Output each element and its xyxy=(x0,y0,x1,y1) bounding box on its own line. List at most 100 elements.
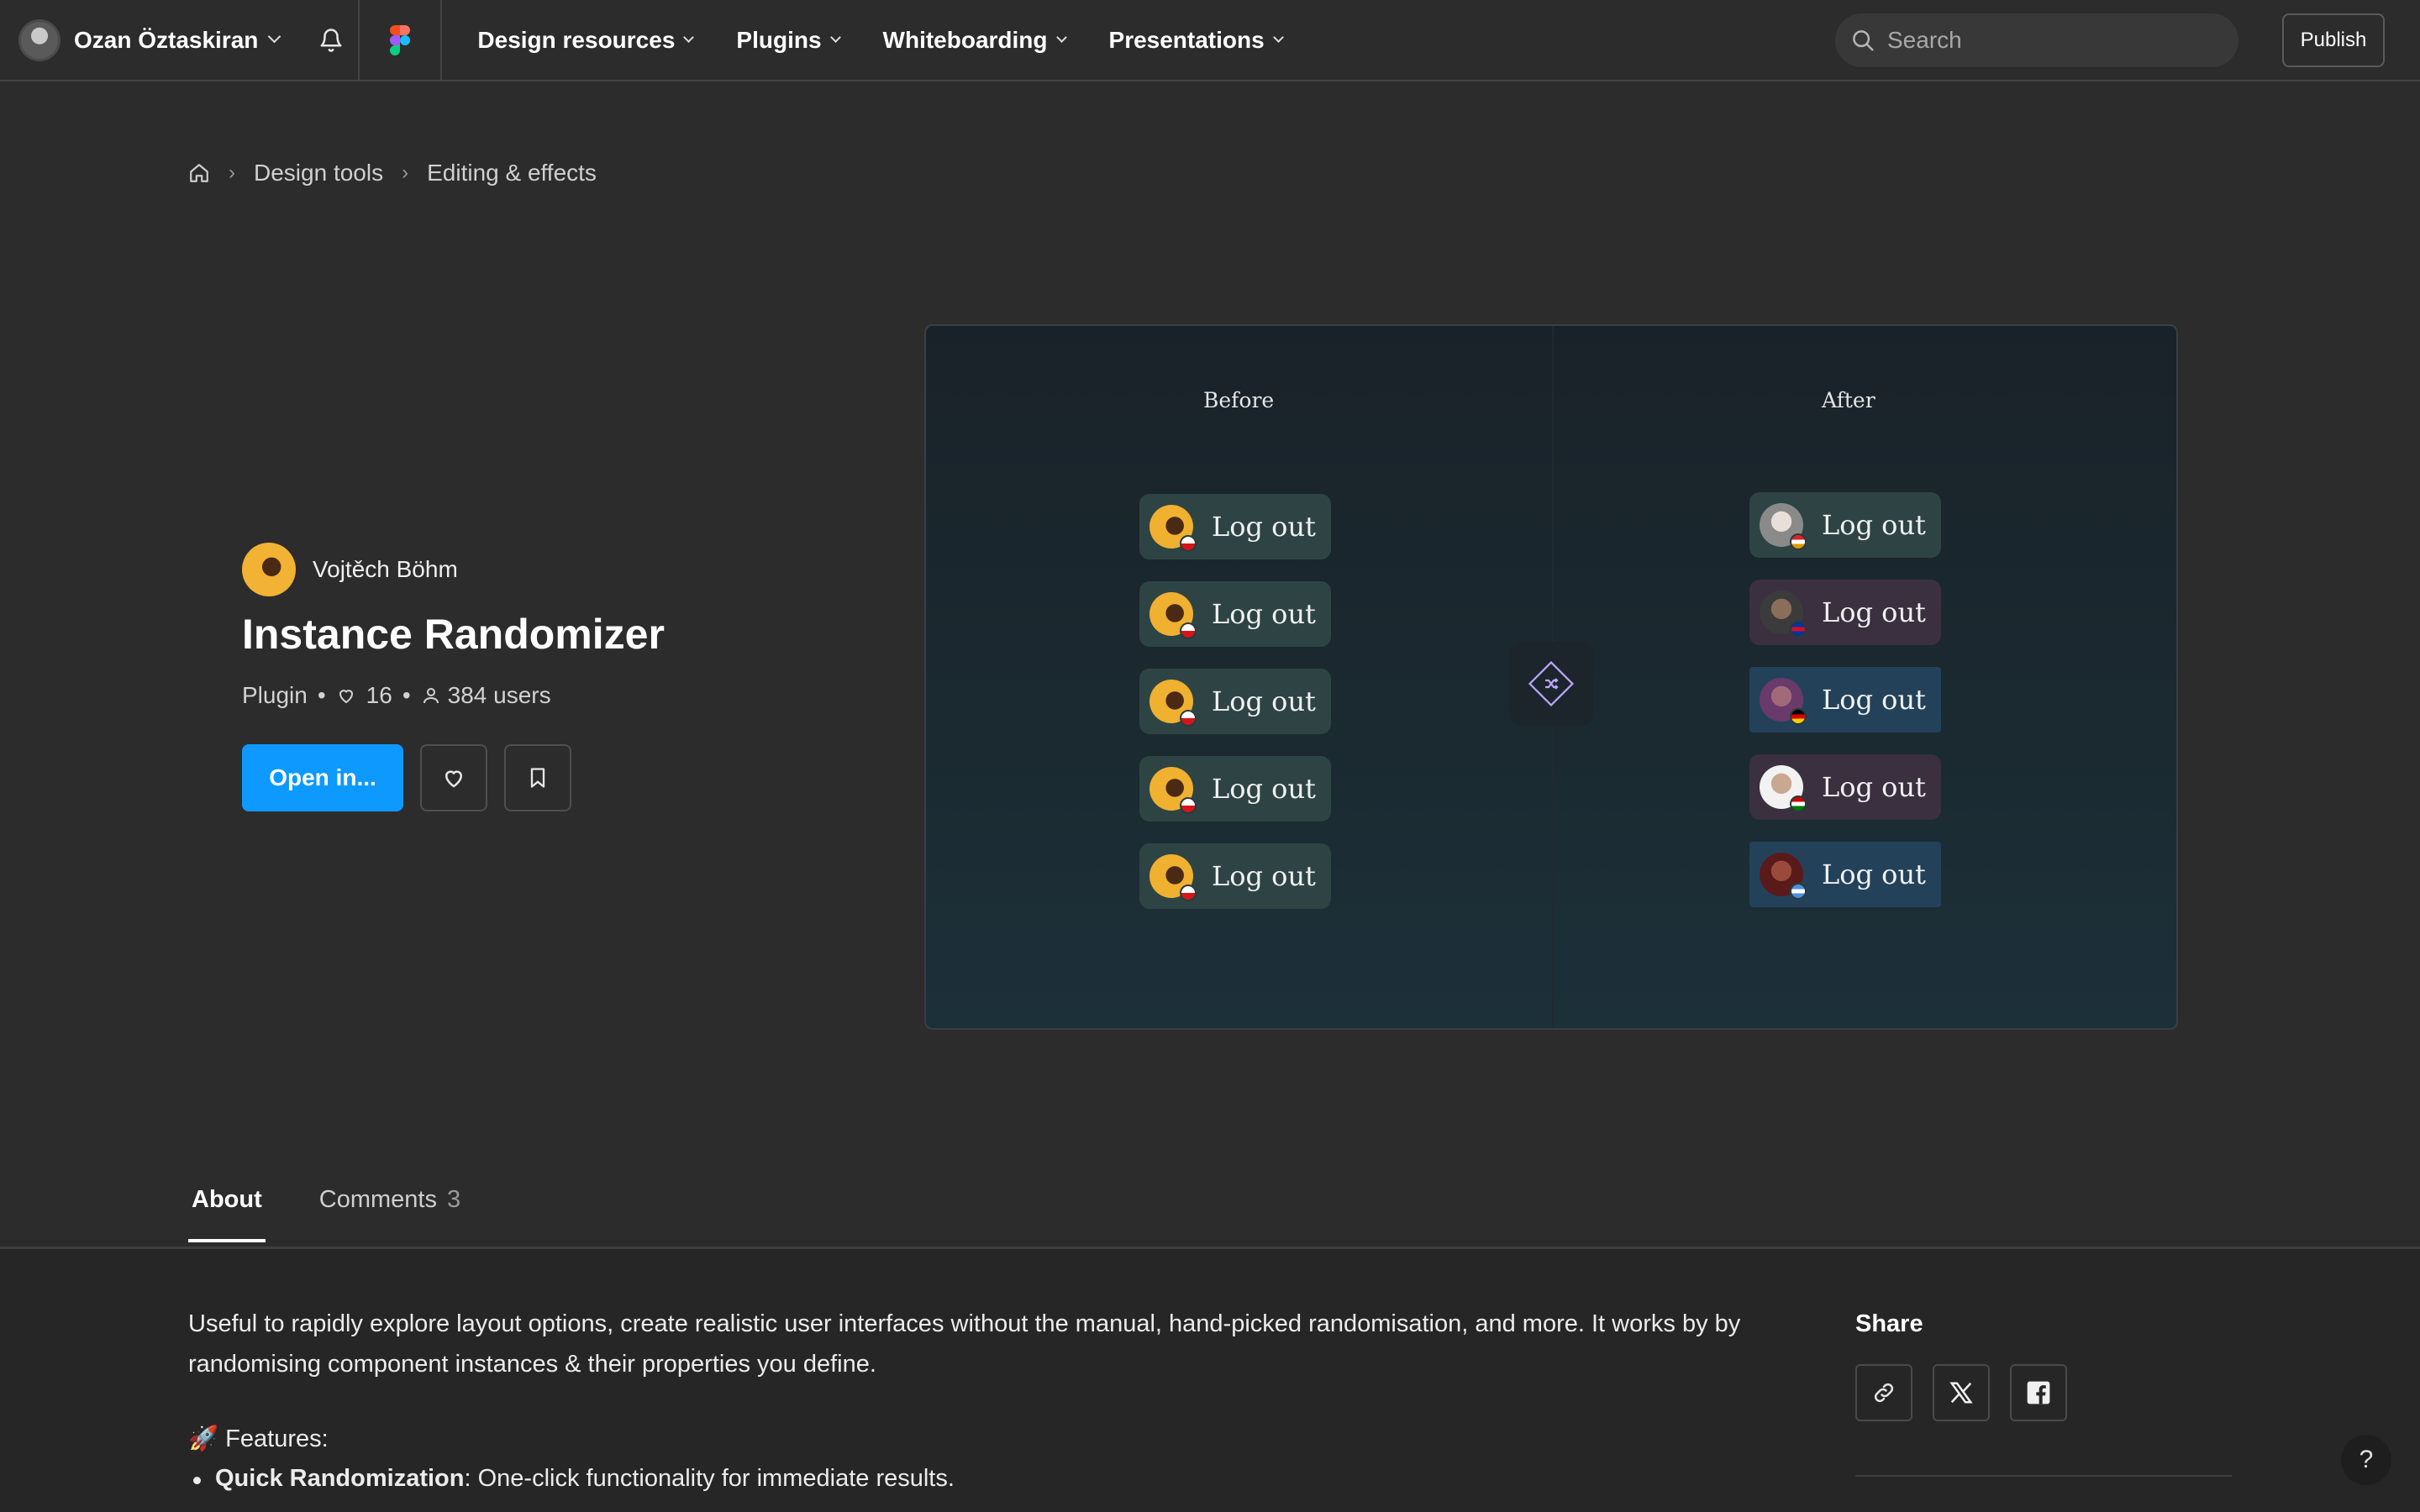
separator-dot: • xyxy=(402,682,411,708)
author-name[interactable]: Vojtěch Böhm xyxy=(313,556,458,583)
avatar xyxy=(1760,765,1807,812)
logout-label: Log out xyxy=(1822,596,1926,628)
plugin-type: Plugin xyxy=(242,682,308,708)
figma-logo-link[interactable] xyxy=(360,0,440,81)
avatar xyxy=(1760,591,1807,638)
content-tabs: About Comments 3 xyxy=(188,1186,514,1242)
logout-button-after: Log out xyxy=(1749,492,1941,558)
avatar xyxy=(1150,680,1197,727)
heart-icon xyxy=(339,690,353,704)
tab-label[interactable]: About xyxy=(192,1186,262,1213)
avatar xyxy=(1760,678,1807,725)
plugin-meta: Plugin • 16 • 384 users xyxy=(242,682,551,709)
breadcrumb: › Design tools › Editing & effects xyxy=(188,160,597,186)
logout-button-after: Log out xyxy=(1749,754,1941,820)
share-x-button[interactable] xyxy=(1933,1364,1990,1421)
user-name[interactable]: Ozan Öztaskiran xyxy=(74,27,258,54)
chevron-down-icon[interactable] xyxy=(1055,32,1067,43)
nav-whiteboarding[interactable]: Whiteboarding xyxy=(861,27,1087,54)
logout-label: Log out xyxy=(1822,684,1926,716)
logout-button-before: Log out xyxy=(1139,669,1331,734)
bookmark-button[interactable] xyxy=(504,744,571,811)
plugin-preview-image[interactable]: Before After Log out Log out Log out Log… xyxy=(924,324,2178,1030)
nav-design-resources[interactable]: Design resources xyxy=(455,27,714,54)
logout-label: Log out xyxy=(1212,598,1316,630)
nav-label[interactable]: Whiteboarding xyxy=(883,27,1048,54)
help-button[interactable]: ? xyxy=(2341,1435,2391,1485)
bullet xyxy=(193,1477,201,1484)
top-navigation-bar: Ozan Öztaskiran Design resources Plugins… xyxy=(0,0,2420,81)
before-label: Before xyxy=(1203,388,1275,412)
publish-button[interactable]: Publish xyxy=(2282,13,2385,67)
likes-count: 16 xyxy=(366,682,392,708)
chevron-down-icon[interactable] xyxy=(683,32,695,43)
breadcrumb-separator: › xyxy=(229,161,235,184)
logout-button-after: Log out xyxy=(1749,667,1941,732)
breadcrumb-design-tools[interactable]: Design tools xyxy=(254,160,383,186)
avatar xyxy=(1760,853,1807,900)
tab-label[interactable]: Comments xyxy=(319,1186,437,1213)
copy-link-button[interactable] xyxy=(1855,1364,1912,1421)
bookmark-icon[interactable] xyxy=(526,765,550,790)
open-in-button[interactable]: Open in... xyxy=(242,744,403,811)
link-icon[interactable] xyxy=(1871,1380,1897,1405)
feature-text: : One-click functionality for immediate … xyxy=(464,1465,955,1492)
user-avatar[interactable] xyxy=(18,18,60,61)
like-button[interactable] xyxy=(420,744,487,811)
chevron-down-icon[interactable] xyxy=(268,29,281,44)
share-divider xyxy=(1855,1475,2232,1477)
nav-label[interactable]: Design resources xyxy=(477,27,675,54)
chevron-down-icon[interactable] xyxy=(829,32,841,43)
nav-label[interactable]: Presentations xyxy=(1109,27,1265,54)
feature-item: Quick Randomization : One-click function… xyxy=(193,1465,955,1493)
chevron-down-icon[interactable] xyxy=(1272,32,1284,43)
breadcrumb-separator: › xyxy=(402,161,409,184)
main-nav: Design resources Plugins Whiteboarding P… xyxy=(442,0,1303,81)
logout-button-before: Log out xyxy=(1139,494,1331,559)
share-buttons xyxy=(1855,1364,2087,1421)
logout-button-after: Log out xyxy=(1749,842,1941,907)
bell-icon[interactable] xyxy=(318,28,344,53)
breadcrumb-editing-effects[interactable]: Editing & effects xyxy=(427,160,597,186)
author-avatar[interactable] xyxy=(242,543,296,596)
comments-count[interactable]: 3 xyxy=(447,1186,460,1213)
logout-button-before: Log out xyxy=(1139,756,1331,822)
nav-presentations[interactable]: Presentations xyxy=(1087,27,1304,54)
avatar xyxy=(1150,592,1197,639)
share-heading: Share xyxy=(1855,1310,1923,1337)
figma-logo-icon[interactable] xyxy=(390,24,411,55)
share-facebook-button[interactable] xyxy=(2010,1364,2067,1421)
tab-about[interactable]: About xyxy=(188,1186,266,1242)
users-count: 384 users xyxy=(447,682,551,708)
x-logo-icon[interactable] xyxy=(1949,1380,1974,1405)
logout-button-before: Log out xyxy=(1139,843,1331,909)
notifications-button[interactable] xyxy=(304,0,358,81)
page-title: Instance Randomizer xyxy=(242,611,665,658)
features-heading: 🚀 Features: xyxy=(188,1425,329,1452)
separator-dot: • xyxy=(317,682,326,708)
avatar xyxy=(1760,503,1807,550)
avatar xyxy=(1150,767,1197,814)
nav-plugins[interactable]: Plugins xyxy=(714,27,860,54)
avatar xyxy=(1150,505,1197,552)
tab-comments[interactable]: Comments 3 xyxy=(319,1186,460,1242)
logout-label: Log out xyxy=(1822,771,1926,803)
logout-label: Log out xyxy=(1212,685,1316,717)
shuffle-icon xyxy=(1528,660,1575,707)
logout-label: Log out xyxy=(1212,860,1316,892)
tabs-divider xyxy=(0,1247,2420,1249)
search-icon xyxy=(1853,30,1874,51)
home-icon[interactable] xyxy=(188,162,210,184)
search-placeholder[interactable]: Search xyxy=(1887,27,1962,54)
user-menu[interactable]: Ozan Öztaskiran xyxy=(0,0,304,81)
facebook-icon[interactable] xyxy=(2025,1379,2052,1406)
plugin-actions: Open in... xyxy=(242,744,571,811)
logout-label: Log out xyxy=(1212,511,1316,543)
heart-icon[interactable] xyxy=(441,765,466,790)
search-input[interactable]: Search xyxy=(1835,13,2238,67)
author[interactable]: Vojtěch Böhm xyxy=(242,543,458,596)
feature-title: Quick Randomization xyxy=(215,1465,465,1492)
nav-label[interactable]: Plugins xyxy=(736,27,821,54)
shuffle-badge xyxy=(1509,642,1593,726)
avatar xyxy=(1150,854,1197,901)
